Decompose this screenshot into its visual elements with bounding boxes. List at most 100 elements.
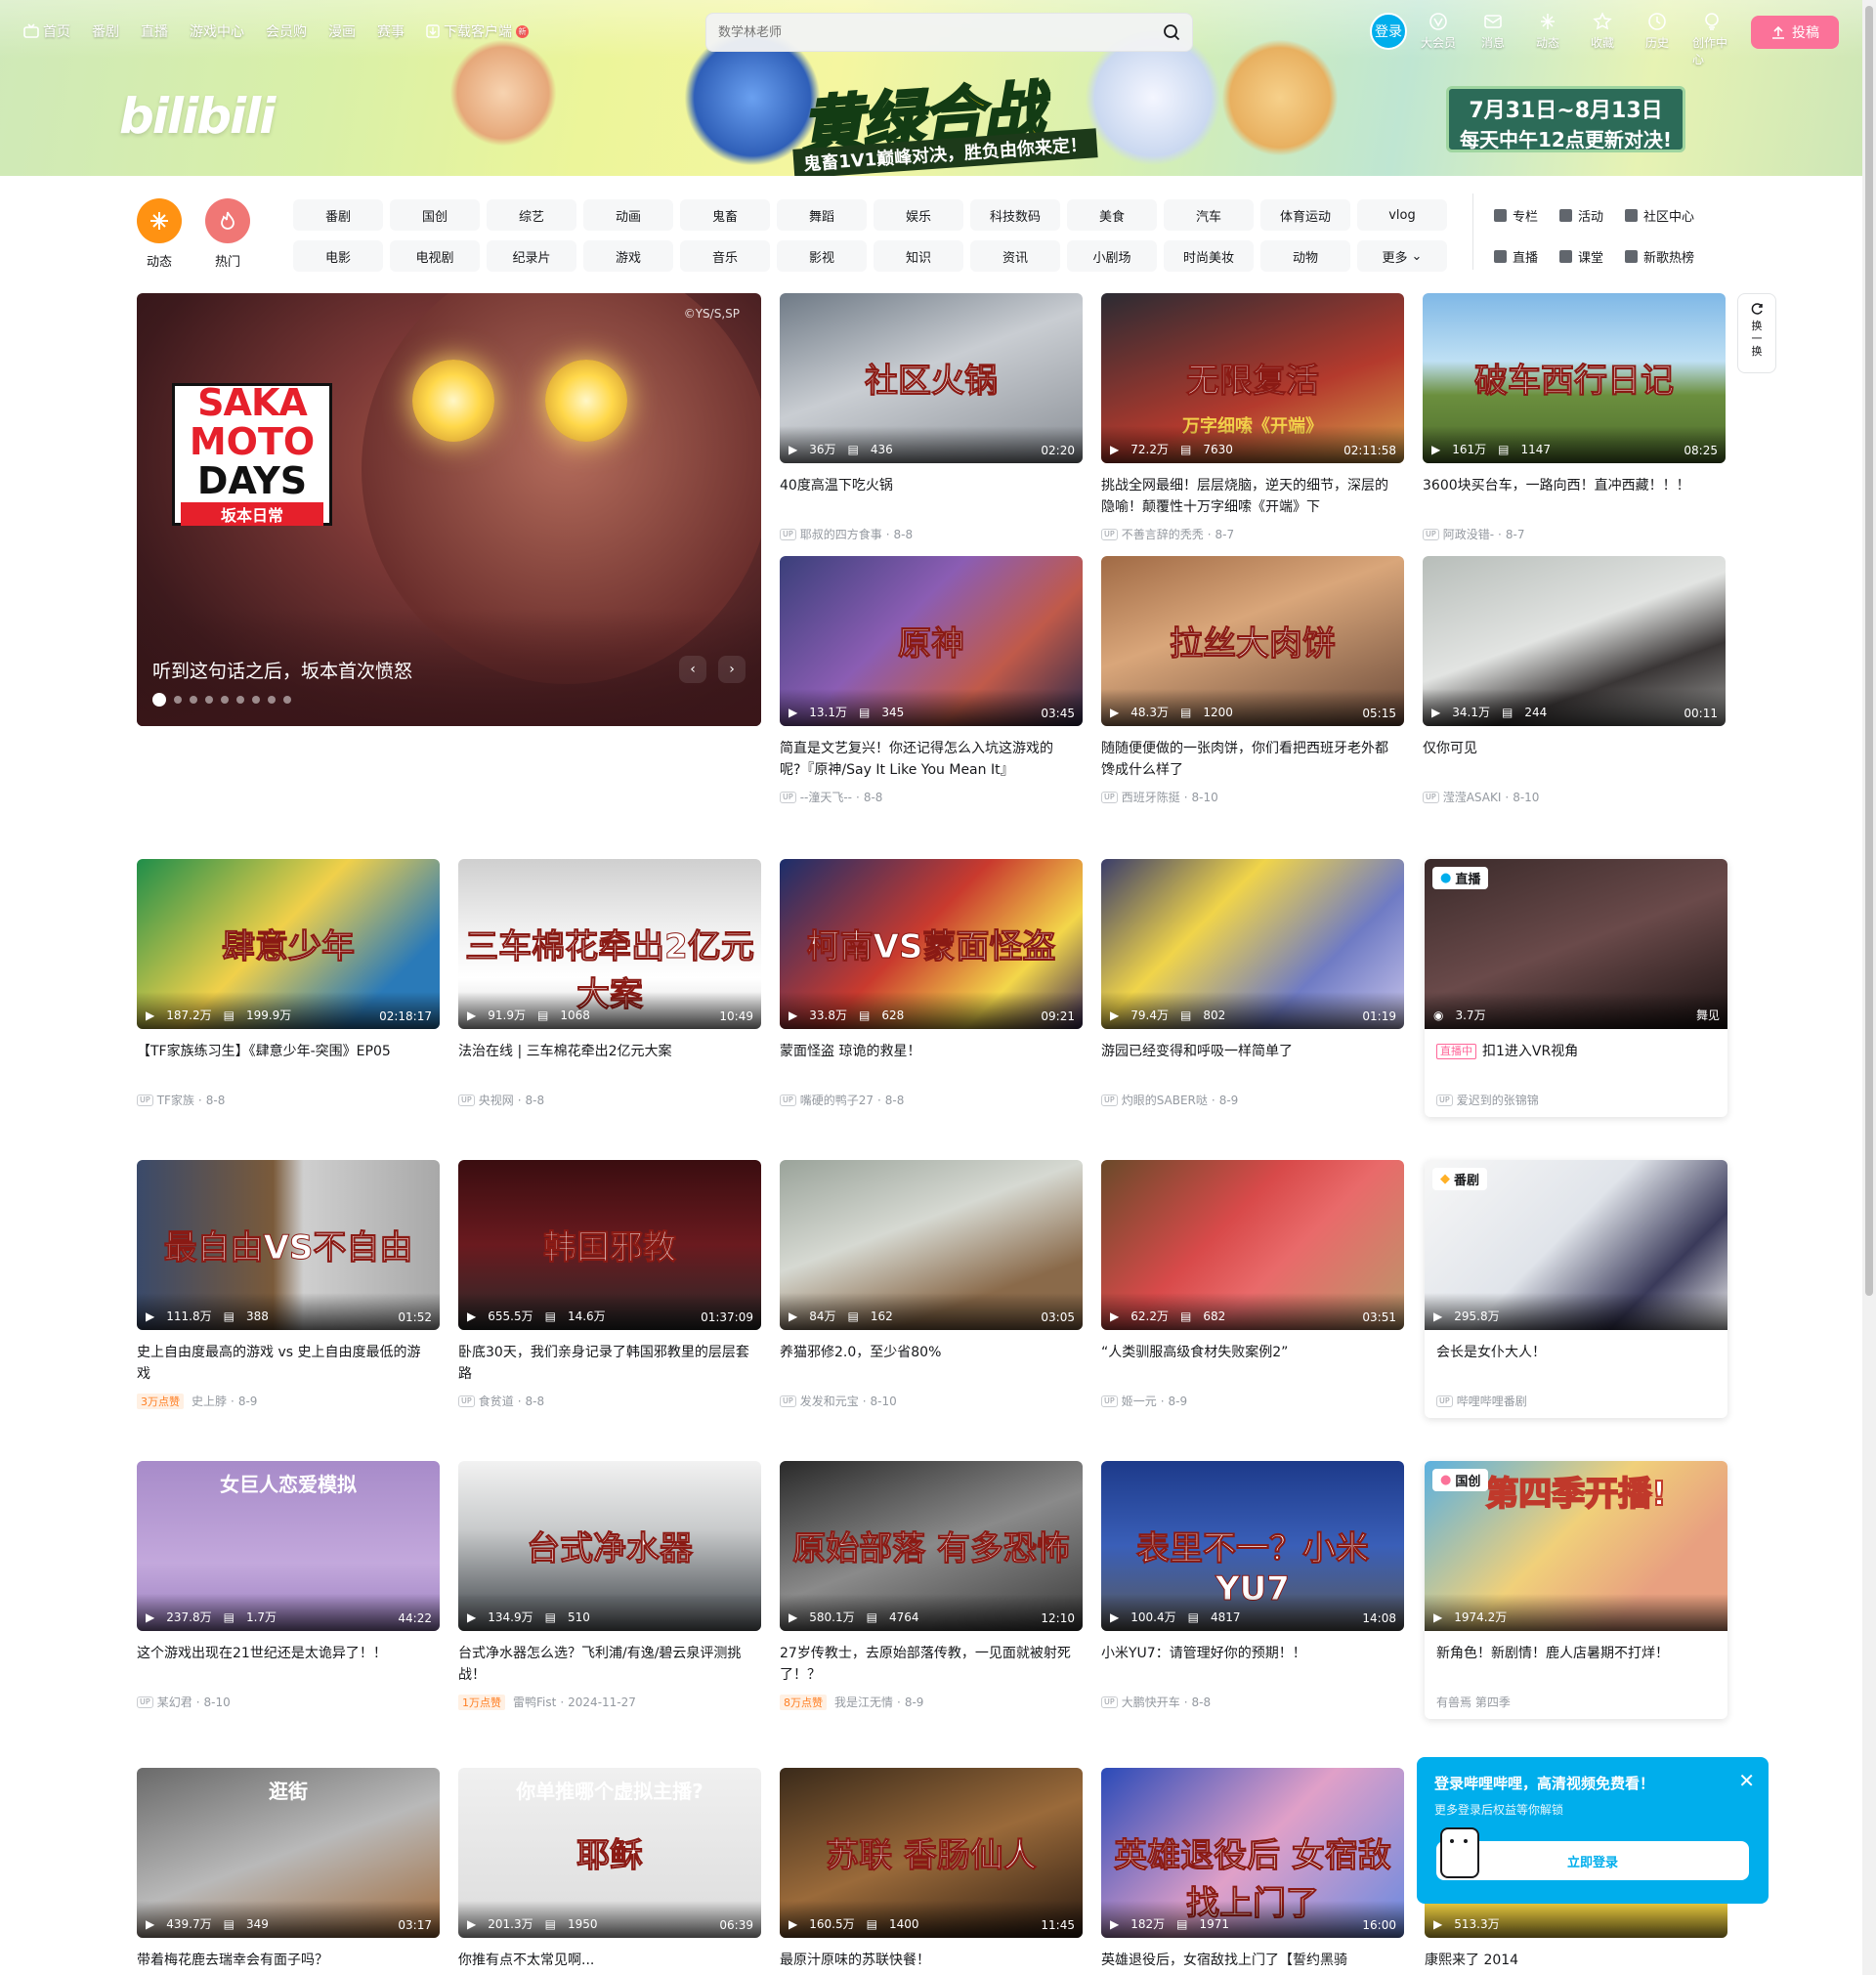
scrollbar[interactable] [1862,0,1876,1975]
channel-item[interactable]: 更多 ⌄ [1357,240,1447,272]
video-meta[interactable]: UP 滢滢ASAKI · 8-10 [1423,789,1726,805]
video-thumbnail[interactable]: 原始部落 有多恐怖 ▶ 580.1万 ▤ 4764 12:10 [780,1461,1083,1631]
channel-item[interactable]: 体育运动 [1260,199,1350,231]
nav-vip[interactable]: 大会员 [1419,12,1458,67]
nav-history[interactable]: 历史 [1638,12,1677,67]
video-card[interactable]: 柯南VS蒙面怪盗 ▶ 33.8万 ▤ 628 09:21 蒙面怪盗 琼诡的救星！ UP 嘴硬的鸭… [780,859,1083,1108]
carousel-caption[interactable]: 听到这句话之后，坂本首次愤怒 [152,657,412,683]
channel-music-chart[interactable]: 新歌热榜 [1625,240,1694,272]
carousel-dot[interactable] [236,696,244,704]
video-thumbnail[interactable]: 台式净水器 ▶ 134.9万 ▤ 510 [458,1461,761,1631]
video-thumbnail[interactable]: 苏联 香肠仙人 ▶ 160.5万 ▤ 1400 11:45 [780,1768,1083,1938]
nav-home[interactable]: 首页 [23,21,70,41]
video-title[interactable]: 台式净水器怎么选？飞利浦/有逸/碧云泉评测挑战！ [458,1643,761,1686]
channel-item[interactable]: 动画 [583,199,673,231]
video-title[interactable]: 简直是文艺复兴！你还记得怎么入坑这游戏的呢?『原神/Say It Like Yo… [780,738,1083,781]
video-title[interactable]: “人类驯服高级食材失败案例2” [1101,1342,1404,1385]
video-card[interactable]: ▶ 62.2万 ▤ 682 03:51 “人类驯服高级食材失败案例2” UP 姬一元 · 8-9 [1101,1160,1404,1409]
channel-column[interactable]: 专栏 [1494,199,1538,231]
video-title[interactable]: 蒙面怪盗 琼诡的救星！ [780,1041,1083,1084]
video-card[interactable]: 逛街 ▶ 439.7万 ▤ 349 03:17 带着梅花鹿去瑞幸会有面子吗？ [137,1768,440,1975]
video-thumbnail[interactable]: 三车棉花牵出2亿元大案▶91.9万▤106810:49 [458,859,761,1029]
video-card[interactable]: 肆意少年 ▶ 187.2万 ▤ 199.9万 02:18:17 【TF家族练习生】《肆意少年… [137,859,440,1108]
video-thumbnail[interactable]: ▶ 84万 ▤ 162 03:05 [780,1160,1083,1330]
video-meta[interactable]: UP 耶叔的四方食事 · 8-8 [780,526,1083,542]
video-meta[interactable]: UP 阿政没错- · 8-7 [1423,526,1726,542]
channel-item[interactable]: 音乐 [680,240,770,272]
nav-messages[interactable]: 消息 [1473,12,1513,67]
video-title[interactable]: 这个游戏出现在21世纪还是太诡异了！！ [137,1643,440,1686]
carousel-dot[interactable] [174,696,182,704]
video-card[interactable]: 英雄退役后 女宿敌找上门了▶182万▤197116:00英雄退役后，女宿敌找上门… [1101,1768,1404,1975]
video-title[interactable]: 【TF家族练习生】《肆意少年-突围》EP05 [137,1041,440,1084]
carousel-dot[interactable] [268,696,276,704]
video-title[interactable]: 史上自由度最高的游戏 vs 史上自由度最低的游戏 [137,1342,440,1385]
video-title[interactable]: 3600块买台车，一路向西！直冲西藏！！！ [1423,475,1726,518]
channel-live[interactable]: 直播 [1494,240,1538,272]
popup-login-button[interactable]: 立即登录 [1436,1841,1749,1880]
video-thumbnail[interactable]: 社区火锅 ▶ 36万 ▤ 436 02:20 [780,293,1083,463]
video-card[interactable]: 韩国邪教 ▶ 655.5万 ▤ 14.6万 01:37:09 卧底30天，我们亲身记录了韩国… [458,1160,761,1409]
video-title[interactable]: 最原汁原味的苏联快餐！ [780,1950,1083,1975]
channel-item[interactable]: 汽车 [1164,199,1254,231]
bangumi-thumbnail[interactable]: ◆ 番剧 ▶ 295.8万 [1425,1160,1727,1330]
channel-item[interactable]: 知识 [874,240,963,272]
video-title[interactable]: 游园已经变得和呼吸一样简单了 [1101,1041,1404,1084]
video-thumbnail[interactable]: 耶稣 你单推哪个虚拟主播? ▶ 201.3万 ▤ 1950 06:39 [458,1768,761,1938]
nav-bangumi[interactable]: 番剧 [92,21,119,41]
video-title[interactable]: 带着梅花鹿去瑞幸会有面子吗？ [137,1950,440,1975]
live-meta[interactable]: UP 爱迟到的张锦锦 [1425,1092,1727,1108]
carousel-dot[interactable] [252,696,260,704]
video-card[interactable]: 拉丝大肉饼 ▶ 48.3万 ▤ 1200 05:15 随随便便做的一张肉饼，你们看把西班牙老… [1101,556,1404,805]
video-title[interactable]: 40度高温下吃火锅 [780,475,1083,518]
video-meta[interactable]: UP 某幻君 · 8-10 [137,1694,440,1710]
video-title[interactable]: 养猫邪修2.0，至少省80% [780,1342,1083,1385]
carousel-dot[interactable] [205,696,213,704]
video-title[interactable]: 你推有点不太常见啊... [458,1950,761,1975]
video-title[interactable]: 康熙来了 2014 [1425,1950,1727,1975]
bangumi-title[interactable]: 会长是女仆大人！ [1425,1342,1727,1385]
video-card[interactable]: 台式净水器 ▶ 134.9万 ▤ 510 台式净水器怎么选？飞利浦/有逸/碧云泉评测挑战！… [458,1461,761,1710]
channel-dynamic[interactable]: 动态 [137,198,182,270]
video-meta[interactable]: UP 发发和元宝 · 8-10 [780,1393,1083,1409]
channel-item[interactable]: 纪录片 [487,240,576,272]
nav-download[interactable]: 下载客户端新 [426,21,529,41]
video-card[interactable]: 三车棉花牵出2亿元大案▶91.9万▤106810:49法治在线 | 三车棉花牵出… [458,859,761,1108]
channel-activity[interactable]: 活动 [1559,199,1603,231]
video-thumbnail[interactable]: 肆意少年 ▶ 187.2万 ▤ 199.9万 02:18:17 [137,859,440,1029]
channel-item[interactable]: 舞蹈 [777,199,867,231]
video-card[interactable]: 破车西行日记 ▶ 161万 ▤ 1147 08:25 3600块买台车，一路向西！直冲西藏！… [1423,293,1726,542]
video-title[interactable]: 随随便便做的一张肉饼，你们看把西班牙老外都馋成什么样了 [1101,738,1404,781]
video-meta[interactable]: UP --潼天飞-- · 8-8 [780,789,1083,805]
video-card[interactable]: 原始部落 有多恐怖 ▶ 580.1万 ▤ 4764 12:10 27岁传教士，去原始部落传教… [780,1461,1083,1710]
video-thumbnail[interactable]: 逛街 ▶ 439.7万 ▤ 349 03:17 [137,1768,440,1938]
video-meta[interactable]: UP 不善言辞的秃秃 · 8-7 [1101,526,1404,542]
channel-item[interactable]: 动物 [1260,240,1350,272]
login-avatar-button[interactable]: 登录 [1370,13,1407,50]
featured-carousel[interactable]: SAKA MOTO DAYS 坂本日常 ©YS/S,SP 听到这句话之后，坂本首… [137,293,761,726]
upload-button[interactable]: 投稿 [1751,16,1839,49]
search-input[interactable] [718,24,1129,40]
channel-community[interactable]: 社区中心 [1625,199,1694,231]
channel-item[interactable]: 番剧 [293,199,383,231]
video-thumbnail[interactable]: 柯南VS蒙面怪盗 ▶ 33.8万 ▤ 628 09:21 [780,859,1083,1029]
video-card[interactable]: 原神 ▶ 13.1万 ▤ 345 03:45 简直是文艺复兴！你还记得怎么入坑这游戏的呢?『… [780,556,1083,805]
nav-creator[interactable]: 创作中心 [1692,12,1731,67]
close-icon[interactable]: ✕ [1738,1769,1755,1792]
guochuang-thumbnail[interactable]: 第四季开播! ● 国创 ▶ 1974.2万 [1425,1461,1727,1631]
guochuang-meta[interactable]: 有兽焉 第四季 [1425,1694,1727,1710]
video-thumbnail[interactable]: 破车西行日记 ▶ 161万 ▤ 1147 08:25 [1423,293,1726,463]
guochuang-card[interactable]: 第四季开播! ● 国创 ▶ 1974.2万 新角色！新剧情！鹿人店暑期不打烊！ 有兽… [1425,1461,1727,1719]
channel-item[interactable]: 资讯 [970,240,1060,272]
video-thumbnail[interactable]: ▶ 79.4万 ▤ 802 01:19 [1101,859,1404,1029]
video-meta[interactable]: UP 西班牙陈挺 · 8-10 [1101,789,1404,805]
channel-item[interactable]: 时尚美妆 [1164,240,1254,272]
channel-item[interactable]: 电视剧 [390,240,480,272]
carousel-prev-button[interactable]: ‹ [679,656,706,683]
video-thumbnail[interactable]: 原神 ▶ 13.1万 ▤ 345 03:45 [780,556,1083,726]
video-meta[interactable]: UP 嘴硬的鸭子27 · 8-8 [780,1092,1083,1108]
video-title[interactable]: 英雄退役后，女宿敌找上门了【誓约黑骑 [1101,1950,1404,1975]
video-title[interactable]: 卧底30天，我们亲身记录了韩国邪教里的层层套路 [458,1342,761,1385]
video-card[interactable]: 最自由VS不自由 ▶ 111.8万 ▤ 388 01:52 史上自由度最高的游戏 vs 史上… [137,1160,440,1409]
nav-manga[interactable]: 漫画 [328,21,356,41]
